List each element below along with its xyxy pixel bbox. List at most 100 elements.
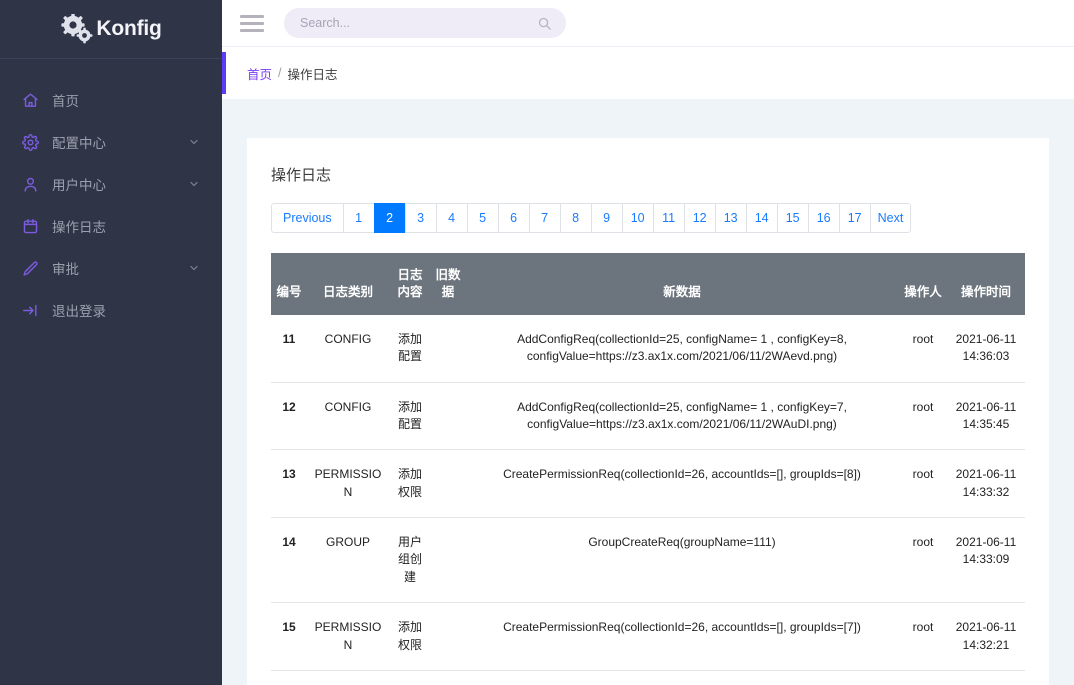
brand-name: Konfig bbox=[96, 17, 162, 40]
table-header-row: 编号 日志类别 日志内容 旧数据 新数据 操作人 操作时间 bbox=[271, 253, 1025, 315]
chevron-down-icon bbox=[190, 265, 198, 271]
cell-type: PERMISSION bbox=[307, 670, 389, 685]
cell-old-data bbox=[431, 602, 465, 672]
sidebar-item-home[interactable]: 首页 bbox=[0, 79, 222, 121]
search-box[interactable] bbox=[284, 8, 566, 38]
cell-user: root bbox=[899, 449, 947, 519]
cell-old-data bbox=[431, 449, 465, 519]
sidebar-item-label: 操作日志 bbox=[52, 220, 106, 235]
cell-user: root bbox=[899, 602, 947, 672]
pagination-page[interactable]: 3 bbox=[404, 203, 436, 233]
pagination-page[interactable]: 14 bbox=[745, 203, 777, 233]
pagination-page[interactable]: 17 bbox=[838, 203, 870, 233]
cell-new-data: CreatePermissionReq(collectionId=26, acc… bbox=[465, 602, 899, 672]
pagination-page[interactable]: 4 bbox=[435, 203, 467, 233]
breadcrumb-home-link[interactable]: 首页 bbox=[247, 64, 272, 83]
cell-type: CONFIG bbox=[307, 382, 389, 451]
cell-old-data bbox=[431, 314, 465, 383]
cell-time: 2021-06-11 14:36:03 bbox=[947, 314, 1025, 383]
top-bar bbox=[222, 0, 1074, 47]
page-title: 操作日志 bbox=[271, 167, 332, 184]
table-row[interactable]: 12 CONFIG 添加配置 AddConfigReq(collectionId… bbox=[271, 382, 1025, 451]
table-row[interactable]: 13 PERMISSION 添加权限 CreatePermissionReq(c… bbox=[271, 449, 1025, 519]
chevron-down-icon bbox=[190, 181, 198, 187]
cell-user: root bbox=[899, 314, 947, 383]
pagination-page[interactable]: 15 bbox=[776, 203, 808, 233]
pagination-page[interactable]: 1 bbox=[342, 203, 374, 233]
cell-content: 用户组创建 bbox=[389, 517, 431, 604]
pagination-page[interactable]: 7 bbox=[528, 203, 560, 233]
cell-time: 2021-06-11 14:32:21 bbox=[947, 602, 1025, 672]
cell-type: GROUP bbox=[307, 517, 389, 604]
cell-new-data: GroupCreateReq(groupName=111) bbox=[465, 517, 899, 604]
table-body: 11 CONFIG 添加配置 AddConfigReq(collectionId… bbox=[271, 314, 1025, 685]
main-area: 首页 / 操作日志 操作日志 Previous 1 2 3 4 5 6 7 8 … bbox=[222, 0, 1074, 685]
pagination-page[interactable]: 6 bbox=[497, 203, 529, 233]
home-icon bbox=[22, 92, 39, 109]
cell-type: PERMISSION bbox=[307, 602, 389, 672]
cell-content: 添加配置 bbox=[389, 314, 431, 383]
column-header-new-data: 新数据 bbox=[465, 253, 899, 315]
search-icon[interactable] bbox=[537, 16, 552, 31]
content-scroll-area: 操作日志 Previous 1 2 3 4 5 6 7 8 9 10 11 12… bbox=[222, 99, 1074, 685]
hamburger-icon[interactable] bbox=[240, 11, 264, 35]
sidebar-item-label: 用户中心 bbox=[52, 178, 106, 193]
table-header: 编号 日志类别 日志内容 旧数据 新数据 操作人 操作时间 bbox=[271, 253, 1025, 315]
operation-log-card: 操作日志 Previous 1 2 3 4 5 6 7 8 9 10 11 12… bbox=[247, 138, 1049, 685]
column-header-id: 编号 bbox=[271, 253, 307, 315]
sidebar-item-operation-log[interactable]: 操作日志 bbox=[0, 205, 222, 247]
pagination-page[interactable]: 11 bbox=[652, 203, 684, 233]
cell-user: root bbox=[899, 517, 947, 604]
brand-logo[interactable]: Konfig bbox=[0, 0, 222, 59]
pagination: Previous 1 2 3 4 5 6 7 8 9 10 11 12 13 1… bbox=[271, 203, 912, 233]
sidebar-item-label: 审批 bbox=[52, 262, 79, 277]
cell-content: 添加权限 bbox=[389, 449, 431, 519]
breadcrumb-current: 操作日志 bbox=[287, 67, 338, 82]
sidebar-nav: 首页 配置中心 用户中心 操作日志 审批 退出登录 bbox=[0, 59, 222, 331]
gear-icon bbox=[22, 133, 39, 151]
sidebar-item-logout[interactable]: 退出登录 bbox=[0, 289, 222, 331]
pagination-previous[interactable]: Previous bbox=[271, 203, 343, 233]
column-header-time: 操作时间 bbox=[947, 253, 1025, 315]
pagination-page[interactable]: 13 bbox=[714, 203, 746, 233]
pagination-page[interactable]: 9 bbox=[590, 203, 622, 233]
table-row[interactable]: 11 CONFIG 添加配置 AddConfigReq(collectionId… bbox=[271, 314, 1025, 383]
user-icon bbox=[22, 176, 39, 193]
pagination-next[interactable]: Next bbox=[869, 203, 912, 233]
pagination-page[interactable]: 5 bbox=[466, 203, 498, 233]
pagination-page[interactable]: 10 bbox=[621, 203, 653, 233]
cell-new-data: AddConfigReq(collectionId=25, configName… bbox=[465, 382, 899, 451]
pagination-page[interactable]: 12 bbox=[683, 203, 715, 233]
calendar-icon bbox=[22, 218, 39, 235]
cell-type: CONFIG bbox=[307, 314, 389, 383]
cell-content: 添加配置 bbox=[389, 382, 431, 451]
pagination-page-active[interactable]: 2 bbox=[373, 203, 405, 233]
cell-id: 11 bbox=[271, 314, 307, 383]
cell-new-data: CreatePermissionReq(collectionId=26, acc… bbox=[465, 670, 899, 685]
pagination-page[interactable]: 8 bbox=[559, 203, 591, 233]
cell-user: root bbox=[899, 670, 947, 685]
pagination-page[interactable]: 16 bbox=[807, 203, 839, 233]
table-row[interactable]: 14 GROUP 用户组创建 GroupCreateReq(groupName=… bbox=[271, 517, 1025, 604]
cell-new-data: AddConfigReq(collectionId=25, configName… bbox=[465, 314, 899, 383]
breadcrumb-bar: 首页 / 操作日志 bbox=[222, 47, 1074, 99]
table-row[interactable]: 16 PERMISSION 添加权限 CreatePermissionReq(c… bbox=[271, 670, 1025, 685]
sidebar-item-label: 首页 bbox=[52, 94, 79, 109]
cell-new-data: CreatePermissionReq(collectionId=26, acc… bbox=[465, 449, 899, 519]
sidebar-item-user-center[interactable]: 用户中心 bbox=[0, 163, 222, 205]
cell-id: 15 bbox=[271, 602, 307, 672]
logout-icon bbox=[22, 302, 39, 319]
sidebar-item-approval[interactable]: 审批 bbox=[0, 247, 222, 289]
search-input[interactable] bbox=[300, 16, 537, 30]
cell-old-data bbox=[431, 670, 465, 685]
cell-type: PERMISSION bbox=[307, 449, 389, 519]
gears-icon bbox=[60, 13, 94, 44]
operation-log-table: 编号 日志类别 日志内容 旧数据 新数据 操作人 操作时间 11 CONFIG bbox=[271, 253, 1025, 685]
sidebar-item-config-center[interactable]: 配置中心 bbox=[0, 121, 222, 163]
cell-content: 添加权限 bbox=[389, 602, 431, 672]
cell-id: 13 bbox=[271, 449, 307, 519]
cell-time: 2021-06-11 14:35:45 bbox=[947, 382, 1025, 451]
cell-user: root bbox=[899, 382, 947, 451]
column-header-type: 日志类别 bbox=[307, 253, 389, 315]
table-row[interactable]: 15 PERMISSION 添加权限 CreatePermissionReq(c… bbox=[271, 602, 1025, 672]
